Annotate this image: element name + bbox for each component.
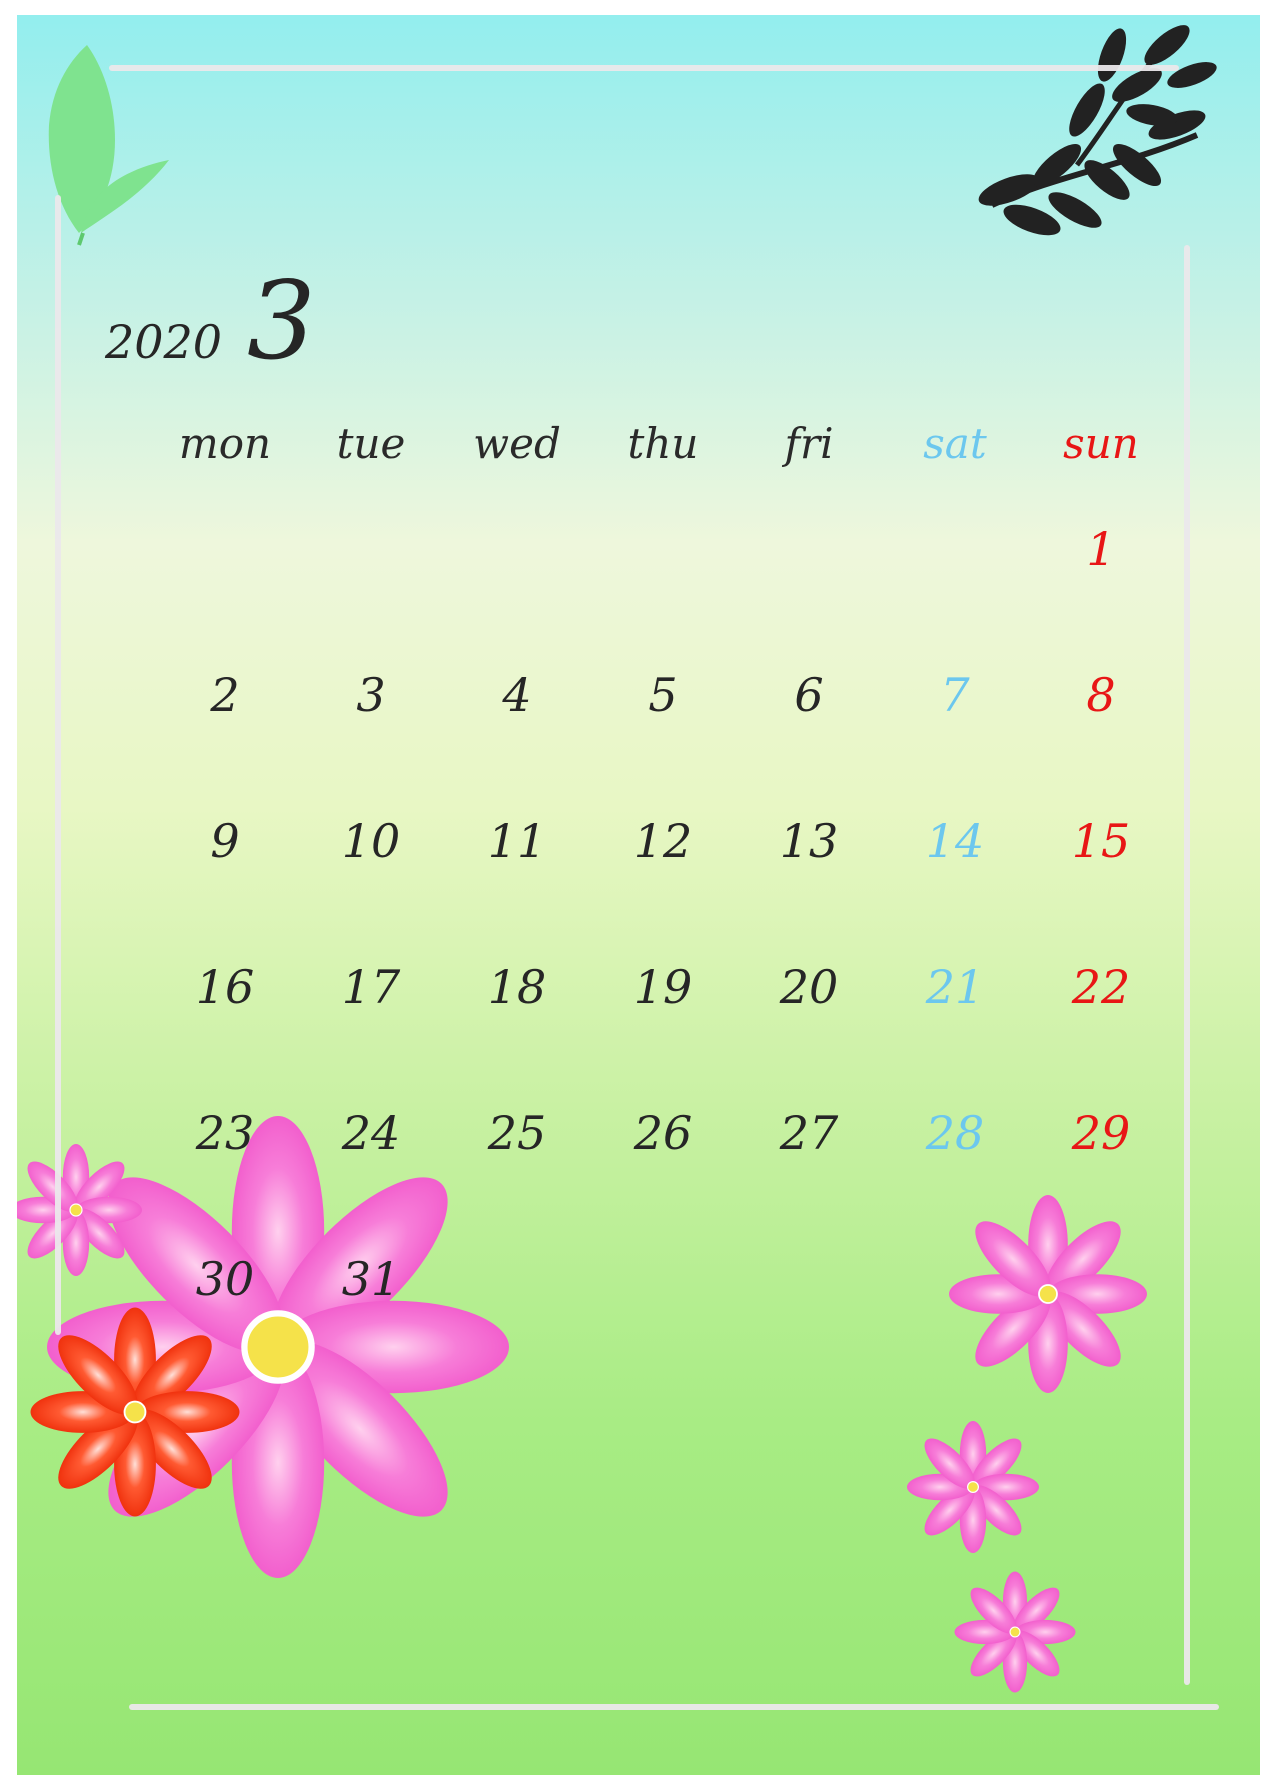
day-cell: 8: [1086, 668, 1116, 722]
frame-bottom: [129, 1704, 1219, 1710]
frame-left: [55, 195, 61, 1335]
green-leaf-icon: [48, 45, 169, 246]
day-cell: 20: [779, 960, 839, 1014]
day-cell: 18: [487, 960, 547, 1014]
day-cell: 12: [633, 814, 693, 868]
day-cell: 9: [210, 814, 240, 868]
day-cell: 25: [487, 1106, 547, 1160]
calendar-year: 2020: [105, 315, 223, 369]
day-cell: 19: [633, 960, 693, 1014]
day-cell: 15: [1071, 814, 1131, 868]
pink-flower-icon: [954, 1571, 1076, 1693]
weekday-sun: sun: [1063, 418, 1139, 468]
day-cell: 17: [341, 960, 401, 1014]
weekday-sat: sat: [923, 418, 987, 468]
day-cell: 24: [341, 1106, 401, 1160]
weekday-thu: thu: [627, 418, 699, 468]
day-cell: 14: [925, 814, 985, 868]
day-cell: 4: [502, 668, 532, 722]
day-cell: 10: [341, 814, 401, 868]
day-cell: 16: [195, 960, 255, 1014]
day-cell: 11: [487, 814, 547, 868]
day-cell: 1: [1086, 522, 1116, 576]
day-cell: 26: [633, 1106, 693, 1160]
day-cell: 22: [1071, 960, 1131, 1014]
frame-right: [1184, 245, 1190, 1685]
day-cell: 13: [779, 814, 839, 868]
weekday-fri: fri: [784, 418, 834, 468]
pink-flower-icon: [17, 1144, 143, 1276]
branch-icon: [978, 25, 1217, 236]
day-cell: 7: [940, 668, 970, 722]
day-cell: 23: [195, 1106, 255, 1160]
pink-flower-icon: [907, 1421, 1039, 1553]
day-cell: 31: [341, 1252, 401, 1306]
weekday-wed: wed: [473, 418, 561, 468]
day-cell: 5: [648, 668, 678, 722]
day-cell: 21: [925, 960, 985, 1014]
calendar-grid: mon tue wed thu fri sat sun 1 2 3 4 5 6 …: [152, 410, 1152, 1352]
day-cell: 30: [195, 1252, 255, 1306]
calendar-month: 3: [247, 259, 316, 384]
day-cell: 27: [779, 1106, 839, 1160]
day-cell: 28: [925, 1106, 985, 1160]
day-cell: 29: [1071, 1106, 1131, 1160]
day-cell: 3: [356, 668, 386, 722]
day-cell: 2: [210, 668, 240, 722]
day-cell: 6: [794, 668, 824, 722]
calendar-page: 2020 3 mon tue wed thu fri sat sun 1 2 3…: [17, 15, 1260, 1775]
weekday-tue: tue: [336, 418, 406, 468]
weekday-mon: mon: [178, 418, 272, 468]
frame-top: [109, 65, 1179, 71]
